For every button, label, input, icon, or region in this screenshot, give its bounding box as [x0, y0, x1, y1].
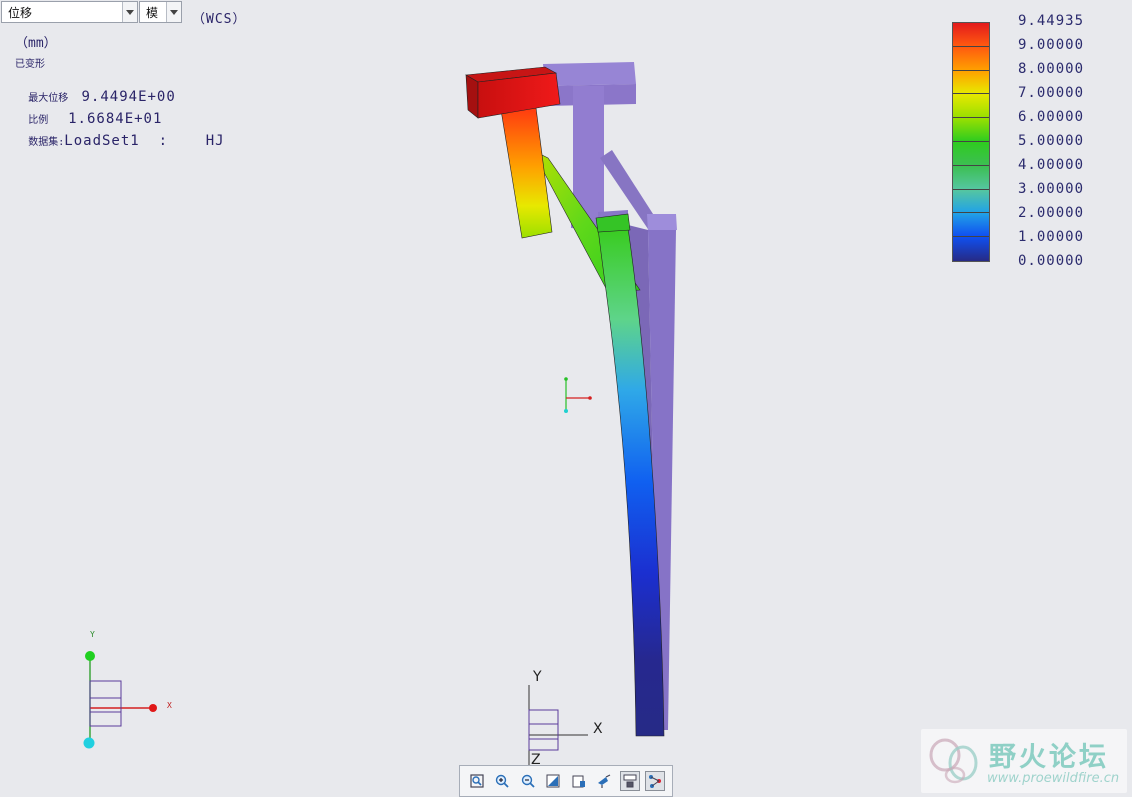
model-tree-button[interactable]: [645, 771, 666, 791]
view-toolbar: [459, 765, 673, 797]
model-viewport[interactable]: [0, 0, 1132, 797]
display-style-button[interactable]: [619, 771, 640, 791]
csys-marker: [564, 377, 592, 413]
zoom-out-button[interactable]: [518, 771, 538, 791]
spin-center-button[interactable]: [594, 771, 614, 791]
refit-button[interactable]: [467, 771, 487, 791]
view-triad: [83, 651, 157, 749]
axis-y-label: Y: [533, 669, 542, 685]
forum-watermark: 野火论坛 www.proewildfire.cn: [921, 729, 1127, 793]
spin-center-icon: [598, 774, 611, 788]
watermark-title: 野火论坛: [989, 742, 1109, 773]
watermark-url: www.proewildfire.cn: [987, 771, 1120, 786]
triad-y-label: Y: [90, 630, 95, 639]
display-style-icon: [623, 774, 637, 788]
repaint-icon: [546, 774, 560, 788]
axis-x-label: X: [593, 721, 603, 737]
zoom-in-icon: [496, 774, 509, 788]
zoom-in-button[interactable]: [492, 771, 512, 791]
saved-views-button[interactable]: [569, 771, 589, 791]
model-tree-icon: [649, 775, 662, 788]
butterfly-logo-icon: [929, 738, 978, 784]
saved-views-icon: [572, 775, 585, 788]
triad-x-label: X: [167, 701, 172, 710]
refit-icon: [470, 774, 484, 788]
deformed-shape: [465, 66, 665, 737]
repaint-button[interactable]: [543, 771, 563, 791]
zoom-out-icon: [521, 774, 535, 788]
